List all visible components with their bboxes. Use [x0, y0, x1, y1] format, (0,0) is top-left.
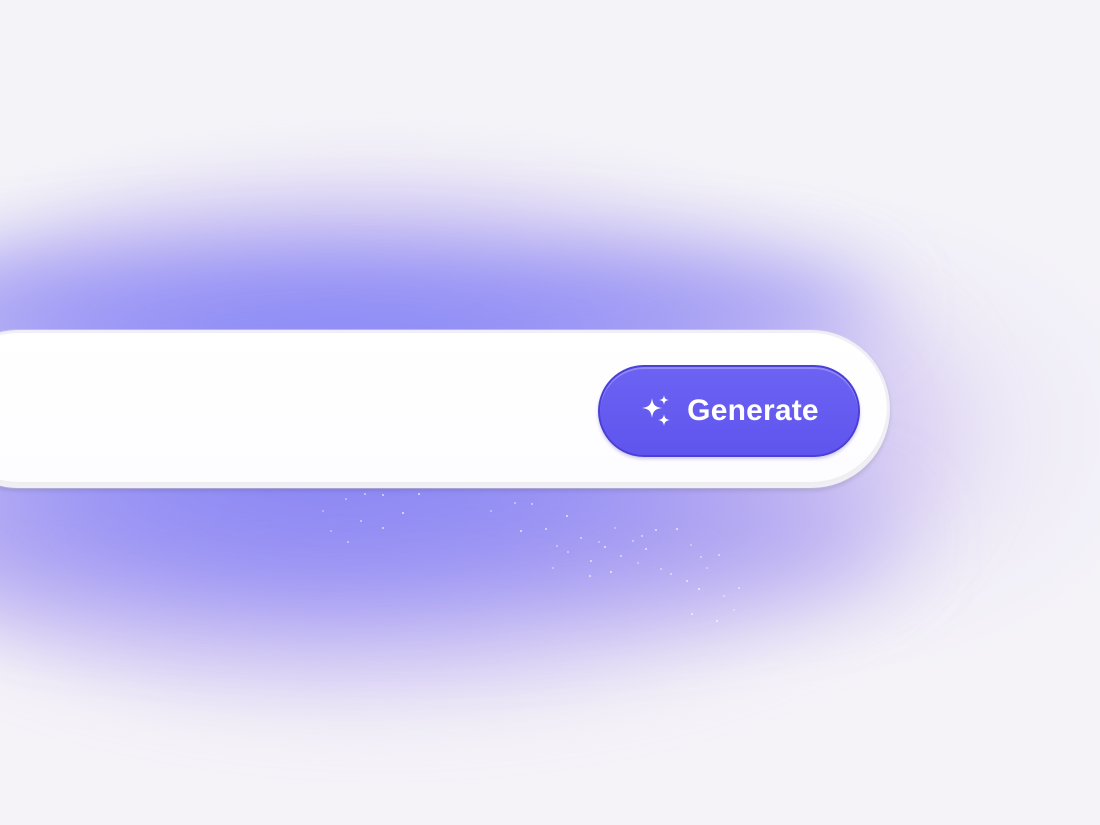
stage: Generate [0, 0, 1100, 825]
prompt-input[interactable] [23, 373, 587, 447]
generate-button-label: Generate [687, 394, 819, 427]
prompt-bar: Generate [0, 330, 890, 488]
generate-button[interactable]: Generate [598, 365, 860, 457]
sparkles-icon [639, 394, 673, 428]
